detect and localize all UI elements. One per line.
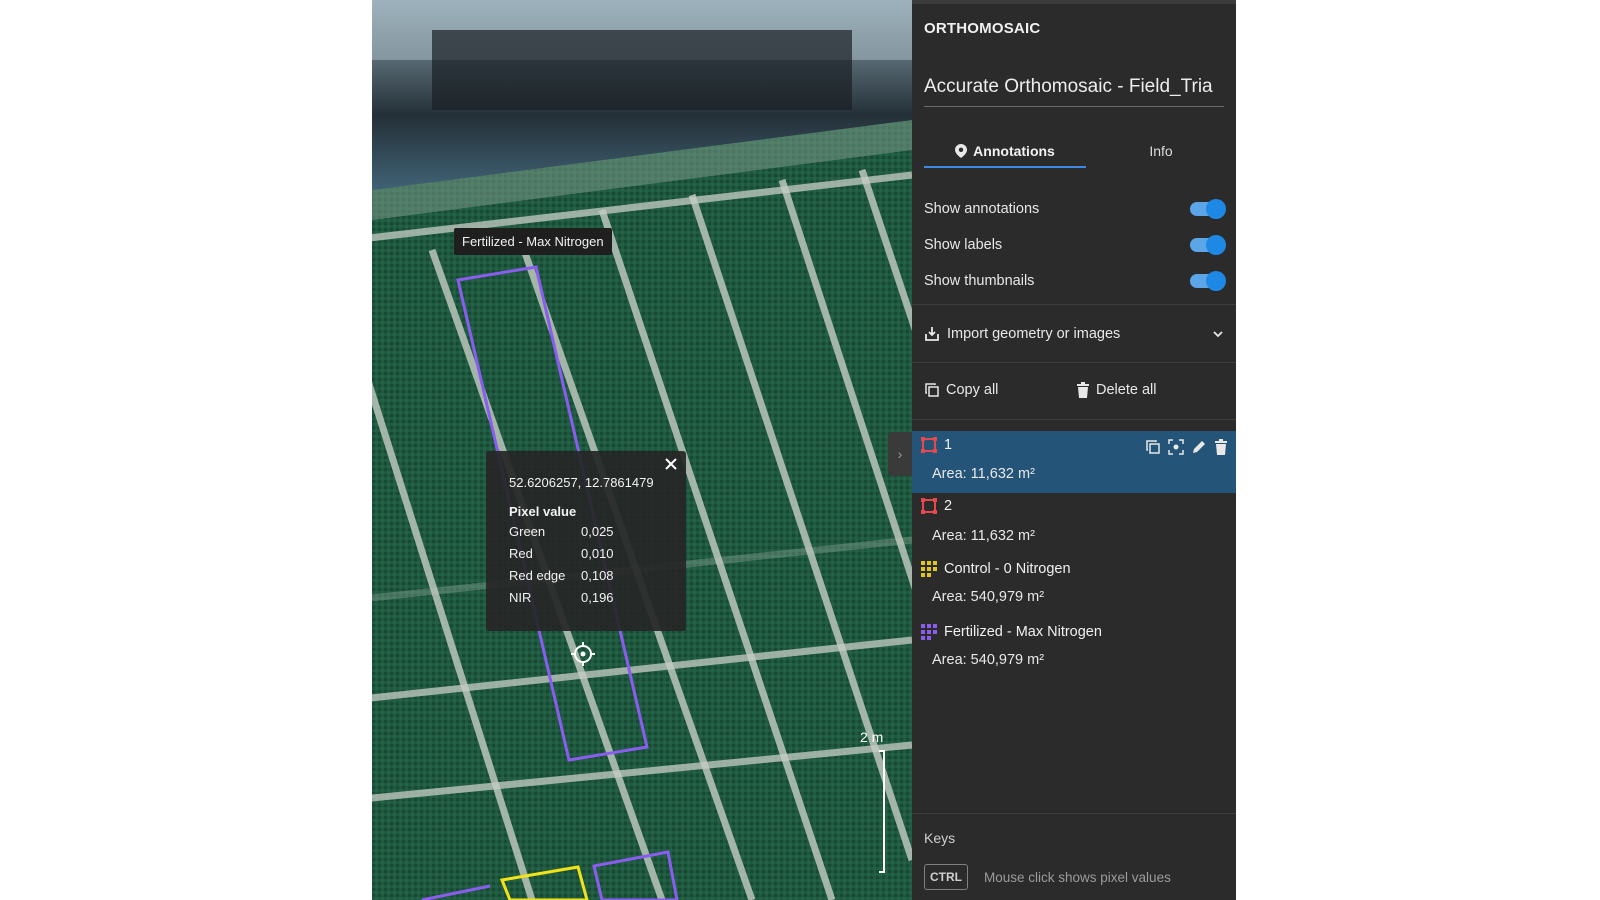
chevron-down-icon bbox=[1213, 331, 1223, 338]
annotation-name: Fertilized - Max Nitrogen bbox=[944, 624, 1102, 640]
orthomosaic-title: Accurate Orthomosaic - Field_Tria bbox=[924, 76, 1224, 107]
show-annotations-toggle[interactable] bbox=[1190, 199, 1226, 219]
grid-icon bbox=[921, 624, 937, 640]
annotation-item-2[interactable]: 2 Area: 11,632 m² bbox=[912, 495, 1236, 555]
polygon-icon bbox=[921, 498, 937, 514]
panel-header: ORTHOMOSAIC bbox=[924, 20, 1041, 37]
copy-all-button[interactable]: Copy all bbox=[924, 378, 998, 402]
annotation-area: Area: 540,979 m² bbox=[932, 589, 1045, 605]
annotation-tools bbox=[1145, 439, 1230, 455]
scale-label: 2 m bbox=[860, 729, 884, 745]
edit-icon[interactable] bbox=[1191, 439, 1207, 455]
table-row: NIR 0,196 bbox=[509, 590, 614, 605]
annotation-name: 1 bbox=[944, 437, 953, 453]
annotation-item-fertilized[interactable]: Fertilized - Max Nitrogen Area: 540,979 … bbox=[912, 621, 1236, 681]
pixel-value-table: Green 0,025 Red 0,010 Red edge 0,108 NIR 0,1… bbox=[507, 521, 616, 609]
polygon-icon bbox=[921, 437, 937, 453]
tab-annotations-label: Annotations bbox=[973, 143, 1055, 159]
tab-info[interactable]: Info bbox=[1086, 136, 1236, 166]
map-view[interactable]: Fertilized - Max Nitrogen 52.6206257, 12… bbox=[372, 0, 912, 900]
show-thumbnails-label: Show thumbnails bbox=[924, 273, 1035, 289]
show-annotations-label: Show annotations bbox=[924, 201, 1040, 217]
orthomosaic-viewer: Fertilized - Max Nitrogen 52.6206257, 12… bbox=[372, 0, 1236, 900]
plot-label: Fertilized - Max Nitrogen bbox=[454, 228, 612, 255]
collapse-panel-button[interactable]: › bbox=[888, 432, 912, 476]
divider bbox=[912, 362, 1236, 363]
crosshair-icon bbox=[570, 641, 596, 667]
scale-bar bbox=[879, 750, 885, 873]
show-labels-toggle[interactable] bbox=[1190, 235, 1226, 255]
key-description: Mouse click shows pixel values bbox=[984, 870, 1171, 885]
chevron-right-icon: › bbox=[897, 446, 903, 462]
aerial-image bbox=[372, 0, 912, 900]
annotation-area: Area: 11,632 m² bbox=[932, 528, 1035, 544]
show-thumbnails-row: Show thumbnails bbox=[924, 269, 1226, 293]
delete-all-label: Delete all bbox=[1096, 382, 1157, 398]
pin-icon bbox=[955, 144, 968, 158]
annotation-item-1[interactable]: 1 Area: 11,632 m² bbox=[912, 431, 1236, 493]
show-annotations-row: Show annotations bbox=[924, 197, 1226, 221]
side-panel: ORTHOMOSAIC Accurate Orthomosaic - Field… bbox=[912, 0, 1236, 900]
table-row: Red 0,010 bbox=[509, 546, 614, 561]
copy-icon[interactable] bbox=[1145, 439, 1161, 455]
import-geometry-label: Import geometry or images bbox=[947, 326, 1121, 342]
import-geometry-dropdown[interactable]: Import geometry or images bbox=[924, 322, 1224, 346]
divider bbox=[912, 304, 1236, 305]
pixel-value-title: Pixel value bbox=[509, 504, 577, 519]
divider bbox=[912, 813, 1236, 814]
trash-icon bbox=[1077, 382, 1089, 398]
pixel-value-popup: 52.6206257, 12.7861479 Pixel value Green… bbox=[486, 451, 686, 631]
panel-top-border bbox=[912, 0, 1236, 4]
show-labels-row: Show labels bbox=[924, 233, 1226, 257]
annotation-name: Control - 0 Nitrogen bbox=[944, 561, 1071, 577]
table-row: Red edge 0,108 bbox=[509, 568, 614, 583]
grid-icon bbox=[921, 561, 937, 577]
zoom-to-icon[interactable] bbox=[1168, 439, 1184, 455]
annotation-area: Area: 540,979 m² bbox=[932, 652, 1045, 668]
copy-all-label: Copy all bbox=[946, 382, 999, 398]
trash-icon[interactable] bbox=[1214, 439, 1230, 455]
coordinates-text: 52.6206257, 12.7861479 bbox=[509, 475, 654, 490]
annotation-name: 2 bbox=[944, 498, 953, 514]
copy-icon bbox=[925, 383, 939, 397]
delete-all-button[interactable]: Delete all bbox=[1076, 378, 1156, 402]
divider bbox=[912, 419, 1236, 420]
annotation-item-control[interactable]: Control - 0 Nitrogen Area: 540,979 m² bbox=[912, 558, 1236, 618]
keys-title: Keys bbox=[924, 830, 956, 846]
show-labels-label: Show labels bbox=[924, 237, 1003, 253]
table-row: Green 0,025 bbox=[509, 524, 614, 539]
close-icon[interactable] bbox=[662, 455, 680, 473]
ctrl-key-badge: CTRL bbox=[924, 864, 968, 890]
show-thumbnails-toggle[interactable] bbox=[1190, 271, 1226, 291]
tab-annotations[interactable]: Annotations bbox=[924, 136, 1086, 168]
tab-bar: Annotations Info bbox=[924, 136, 1224, 168]
import-icon bbox=[925, 327, 939, 341]
annotation-area: Area: 11,632 m² bbox=[932, 466, 1035, 482]
